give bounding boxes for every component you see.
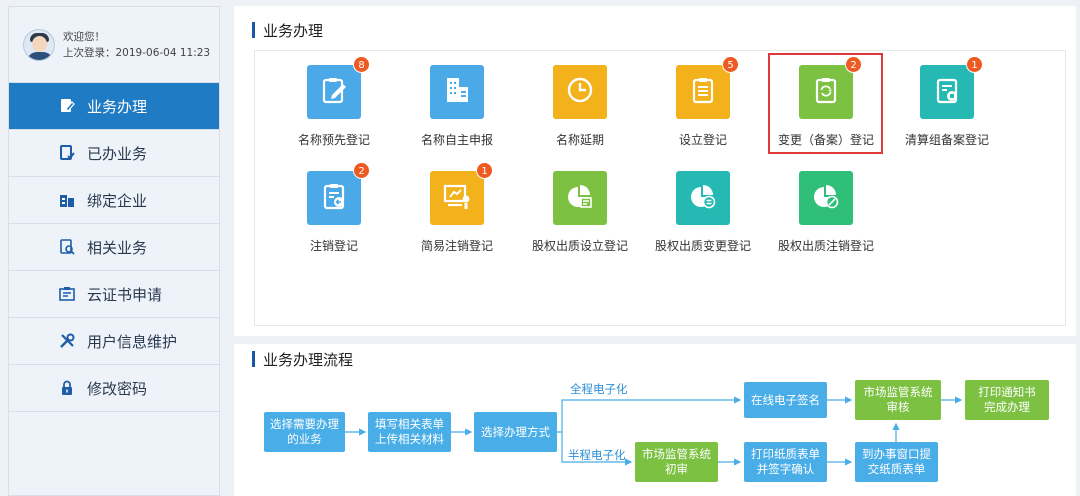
flow-node-select-business: 选择需要办理的业务 (264, 412, 345, 452)
flow-node-print-notice: 打印通知书完成办理 (965, 380, 1049, 420)
flow-node-choose-method: 选择办理方式 (474, 412, 557, 452)
flow-node-submit-window: 到办事窗口提交纸质表单 (855, 442, 938, 482)
flow-node-print-paper: 打印纸质表单并签字确认 (744, 442, 827, 482)
flow-node-fill-forms: 填写相关表单上传相关材料 (368, 412, 451, 452)
flow-node-market-review: 市场监管系统审核 (855, 380, 941, 420)
flow-node-market-initial: 市场监管系统初审 (635, 442, 718, 482)
half-electronic-label: 半程电子化 (568, 448, 626, 462)
app-root: 欢迎您！ 上次登录：2019-06-04 11:23 业务办理 已办业务 绑定企… (0, 0, 1080, 496)
full-electronic-label: 全程电子化 (570, 382, 628, 396)
flow-node-online-sign: 在线电子签名 (744, 382, 827, 418)
